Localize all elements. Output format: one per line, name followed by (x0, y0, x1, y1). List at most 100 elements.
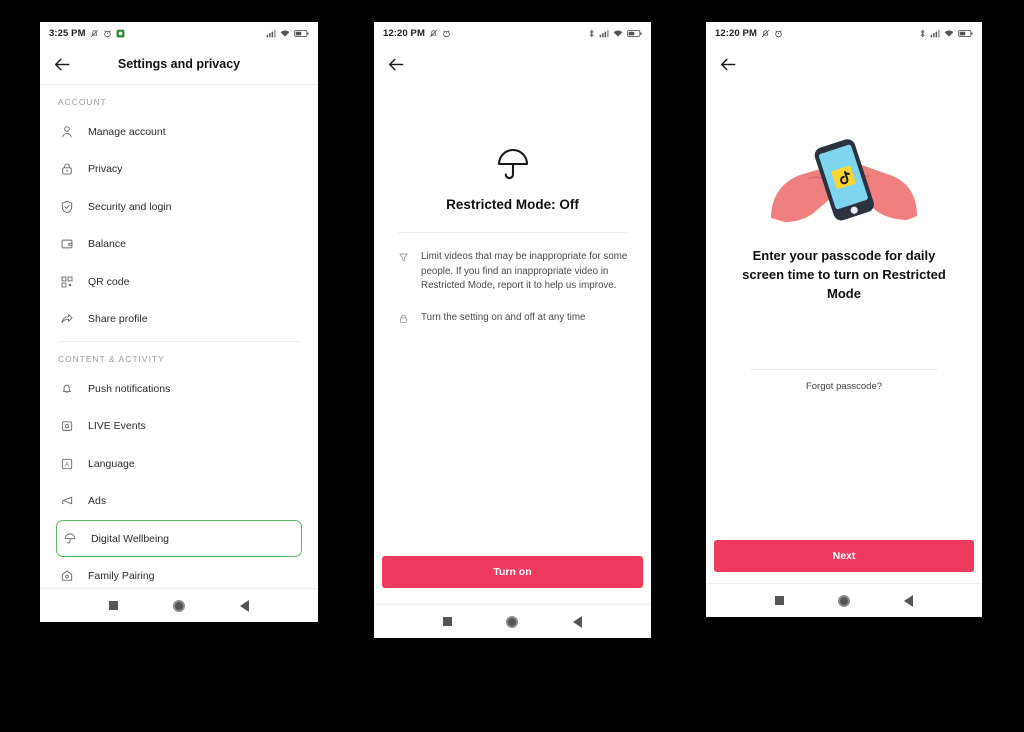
info-bullet: Turn the setting on and off at any time (396, 311, 629, 326)
status-bar-right (588, 29, 642, 38)
sidebar-item-ads[interactable]: Ads (40, 483, 318, 521)
wifi-icon (280, 29, 290, 37)
sidebar-item-label: LIVE Events (88, 420, 146, 433)
battery-icon (958, 29, 973, 37)
status-bar-right (919, 29, 973, 38)
back-arrow-icon[interactable] (386, 54, 406, 74)
restricted-mode-body: Restricted Mode: Off Limit videos that m… (374, 147, 651, 325)
sidebar-item-digital-wellbeing[interactable]: Digital Wellbeing (56, 520, 302, 557)
umbrella-icon (61, 530, 78, 547)
home-button[interactable] (506, 615, 519, 628)
next-button[interactable]: Next (714, 540, 974, 572)
home-button[interactable] (838, 594, 850, 607)
sidebar-item-language[interactable]: A Language (40, 445, 318, 483)
back-arrow-icon[interactable] (718, 54, 738, 74)
back-button[interactable] (904, 594, 913, 607)
bluetooth-icon (920, 29, 925, 37)
recent-apps-button[interactable] (775, 596, 784, 605)
home-button[interactable] (172, 599, 185, 612)
sidebar-item-label: Balance (88, 238, 126, 251)
status-bar: 3:25 PM (40, 22, 318, 44)
status-bar-left: 12:20 PM (383, 28, 451, 39)
section-label-content-activity: CONTENT & ACTIVITY (58, 354, 165, 364)
alarm-icon (443, 29, 450, 37)
phone-screen-restricted-mode: 12:20 PM Restricted Mode: Off Limit vide… (374, 22, 651, 638)
status-bar-left: 3:25 PM (49, 28, 125, 39)
status-bar: 12:20 PM (706, 22, 982, 44)
wallet-icon (58, 236, 75, 253)
app-header: Settings and privacy (40, 44, 318, 84)
signal-icon (266, 29, 276, 37)
back-button[interactable] (572, 615, 582, 628)
language-icon: A (58, 455, 75, 472)
android-nav-bar (706, 583, 982, 617)
sidebar-item-label: Digital Wellbeing (91, 532, 170, 545)
status-bar: 12:20 PM (374, 22, 651, 44)
status-bar-time: 12:20 PM (715, 27, 757, 39)
qr-icon (58, 273, 75, 290)
screenshot-stage: 3:25 PM Settings and privacy ACCOUNT Man… (0, 0, 1024, 732)
status-bar-right (266, 29, 309, 38)
battery-icon (294, 29, 309, 37)
sidebar-item-privacy[interactable]: Privacy (40, 151, 318, 189)
sidebar-item-label: Ads (88, 495, 107, 508)
forgot-passcode-link[interactable]: Forgot passcode? (706, 381, 982, 392)
sidebar-item-label: Language (88, 457, 135, 470)
sidebar-item-label: Security and login (88, 200, 172, 213)
passcode-input[interactable] (751, 347, 941, 371)
app-badge-icon (116, 29, 125, 37)
phone-screen-settings: 3:25 PM Settings and privacy ACCOUNT Man… (40, 22, 318, 622)
page-title: Settings and privacy (117, 57, 241, 71)
passcode-title: Enter your passcode for daily screen tim… (742, 248, 946, 301)
sidebar-item-qr-code[interactable]: QR code (40, 263, 318, 301)
bluetooth-icon (589, 29, 594, 37)
sidebar-item-label: Family Pairing (88, 569, 155, 582)
section-divider (398, 232, 627, 233)
info-bullet: Limit videos that may be inappropriate f… (396, 250, 629, 294)
sidebar-item-balance[interactable]: Balance (40, 226, 318, 264)
signal-icon (599, 29, 609, 37)
sidebar-item-label: Push notifications (88, 382, 171, 395)
highlighted-row-wrapper: Digital Wellbeing (40, 520, 318, 557)
sidebar-item-label: Privacy (88, 163, 123, 176)
lock-icon (396, 311, 410, 326)
alarm-icon (775, 29, 782, 37)
recent-apps-button[interactable] (109, 601, 119, 610)
sidebar-item-share-profile[interactable]: Share profile (40, 301, 318, 339)
shield-icon (58, 198, 75, 215)
bell-off-icon (429, 29, 438, 37)
status-bar-time: 3:25 PM (49, 27, 86, 39)
filter-icon (396, 250, 410, 294)
phone-screen-passcode: 12:20 PM Enter your passcode for daily s… (706, 22, 982, 617)
android-nav-bar (40, 588, 318, 622)
android-nav-bar (374, 604, 651, 638)
app-header (706, 44, 982, 84)
recent-apps-button[interactable] (443, 617, 453, 626)
back-arrow-icon[interactable] (52, 54, 72, 74)
section-label-account: ACCOUNT (58, 97, 107, 107)
sidebar-item-manage-account[interactable]: Manage account (40, 113, 318, 151)
lock-icon (58, 161, 75, 178)
bell-off-icon (90, 29, 98, 37)
umbrella-icon (497, 149, 528, 180)
signal-icon (930, 29, 940, 37)
turn-on-button[interactable]: Turn on (382, 556, 643, 588)
sidebar-item-live-events[interactable]: LIVE Events (40, 408, 318, 446)
restricted-mode-title: Restricted Mode: Off (446, 197, 579, 212)
alarm-icon (103, 29, 111, 37)
share-icon (58, 311, 75, 328)
house-icon (58, 567, 75, 584)
svg-text:A: A (64, 461, 69, 468)
wifi-icon (944, 29, 954, 37)
sidebar-item-security-and-login[interactable]: Security and login (40, 188, 318, 226)
bell-icon (58, 380, 75, 397)
back-button[interactable] (239, 599, 249, 612)
status-bar-time: 12:20 PM (383, 27, 425, 39)
sidebar-item-push-notifications[interactable]: Push notifications (40, 370, 318, 408)
sidebar-item-label: QR code (88, 275, 130, 288)
info-bullet-text: Turn the setting on and off at any time (421, 311, 586, 323)
info-bullet-text: Limit videos that may be inappropriate f… (421, 251, 628, 292)
battery-icon (627, 29, 642, 37)
wifi-icon (613, 29, 623, 37)
passcode-field[interactable] (751, 347, 941, 371)
